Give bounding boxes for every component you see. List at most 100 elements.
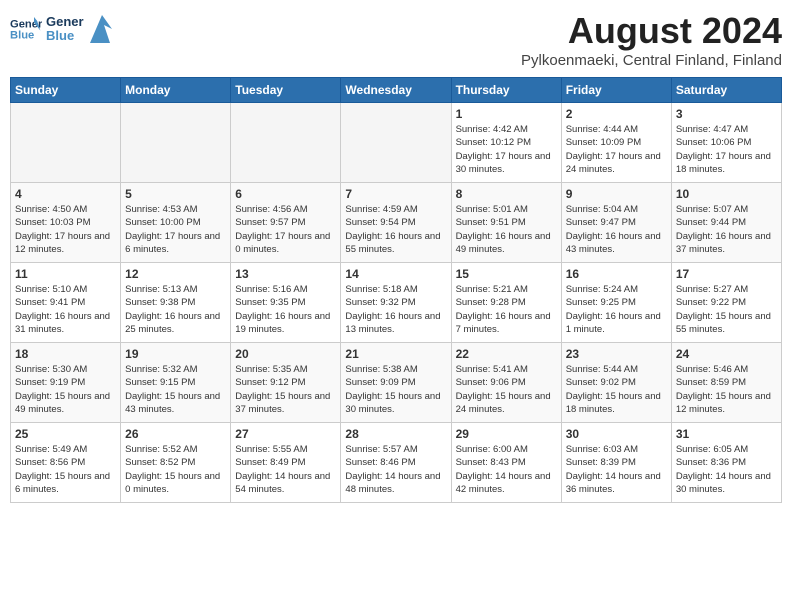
day-info: Sunrise: 5:46 AM Sunset: 8:59 PM Dayligh… bbox=[676, 363, 777, 416]
day-info: Sunrise: 5:13 AM Sunset: 9:38 PM Dayligh… bbox=[125, 283, 226, 336]
calendar-cell: 14 Sunrise: 5:18 AM Sunset: 9:32 PM Dayli… bbox=[341, 263, 451, 343]
weekday-header-wednesday: Wednesday bbox=[341, 78, 451, 103]
calendar-cell: 26Sunrise: 5:52 AM Sunset: 8:52 PM Dayli… bbox=[121, 423, 231, 503]
weekday-header-tuesday: Tuesday bbox=[231, 78, 341, 103]
day-number: 25 bbox=[15, 427, 116, 441]
day-number: 8 bbox=[456, 187, 557, 201]
day-number: 9 bbox=[566, 187, 667, 201]
calendar-cell: 30 Sunrise: 6:03 AM Sunset: 8:39 PM Dayli… bbox=[561, 423, 671, 503]
logo-arrow-icon bbox=[90, 15, 112, 43]
day-info: Sunrise: 4:47 AM Sunset: 10:06 PM Daylig… bbox=[676, 123, 777, 176]
calendar-cell: 7Sunrise: 4:59 AM Sunset: 9:54 PM Daylig… bbox=[341, 183, 451, 263]
logo-icon: General Blue bbox=[10, 13, 42, 45]
calendar-cell: 31 Sunrise: 6:05 AM Sunset: 8:36 PM Dayli… bbox=[671, 423, 781, 503]
day-number: 13 bbox=[235, 267, 336, 281]
calendar-cell: 18 Sunrise: 5:30 AM Sunset: 9:19 PM Dayli… bbox=[11, 343, 121, 423]
calendar-cell: 6Sunrise: 4:56 AM Sunset: 9:57 PM Daylig… bbox=[231, 183, 341, 263]
day-number: 16 bbox=[566, 267, 667, 281]
day-number: 28 bbox=[345, 427, 446, 441]
day-info: Sunrise: 4:53 AM Sunset: 10:00 PM Daylig… bbox=[125, 203, 226, 256]
week-row-4: 18 Sunrise: 5:30 AM Sunset: 9:19 PM Dayli… bbox=[11, 343, 782, 423]
day-info: Sunrise: 5:18 AM Sunset: 9:32 PM Dayligh… bbox=[345, 283, 446, 336]
calendar-cell: 28 Sunrise: 5:57 AM Sunset: 8:46 PM Dayli… bbox=[341, 423, 451, 503]
calendar-cell bbox=[231, 103, 341, 183]
calendar-table: SundayMondayTuesdayWednesdayThursdayFrid… bbox=[10, 77, 782, 503]
day-info: Sunrise: 5:44 AM Sunset: 9:02 PM Dayligh… bbox=[566, 363, 667, 416]
day-number: 30 bbox=[566, 427, 667, 441]
day-info: Sunrise: 5:27 AM Sunset: 9:22 PM Dayligh… bbox=[676, 283, 777, 336]
calendar-cell: 21 Sunrise: 5:38 AM Sunset: 9:09 PM Dayli… bbox=[341, 343, 451, 423]
day-info: Sunrise: 5:24 AM Sunset: 9:25 PM Dayligh… bbox=[566, 283, 667, 336]
day-info: Sunrise: 4:59 AM Sunset: 9:54 PM Dayligh… bbox=[345, 203, 446, 256]
day-number: 2 bbox=[566, 107, 667, 121]
day-number: 31 bbox=[676, 427, 777, 441]
calendar-cell bbox=[341, 103, 451, 183]
day-info: Sunrise: 4:42 AM Sunset: 10:12 PM Daylig… bbox=[456, 123, 557, 176]
week-row-3: 11 Sunrise: 5:10 AM Sunset: 9:41 PM Dayli… bbox=[11, 263, 782, 343]
day-number: 22 bbox=[456, 347, 557, 361]
page-header: General Blue General Blue August 2024 Py… bbox=[10, 10, 782, 69]
calendar-cell: 24Sunrise: 5:46 AM Sunset: 8:59 PM Dayli… bbox=[671, 343, 781, 423]
calendar-cell: 9 Sunrise: 5:04 AM Sunset: 9:47 PM Daylig… bbox=[561, 183, 671, 263]
day-number: 19 bbox=[125, 347, 226, 361]
title-block: August 2024 Pylkoenmaeki, Central Finlan… bbox=[521, 10, 782, 69]
weekday-header-thursday: Thursday bbox=[451, 78, 561, 103]
calendar-cell: 13 Sunrise: 5:16 AM Sunset: 9:35 PM Dayli… bbox=[231, 263, 341, 343]
day-number: 5 bbox=[125, 187, 226, 201]
calendar-cell: 16 Sunrise: 5:24 AM Sunset: 9:25 PM Dayli… bbox=[561, 263, 671, 343]
week-row-1: 1 Sunrise: 4:42 AM Sunset: 10:12 PM Dayli… bbox=[11, 103, 782, 183]
day-info: Sunrise: 5:38 AM Sunset: 9:09 PM Dayligh… bbox=[345, 363, 446, 416]
calendar-cell: 19Sunrise: 5:32 AM Sunset: 9:15 PM Dayli… bbox=[121, 343, 231, 423]
day-number: 12 bbox=[125, 267, 226, 281]
calendar-cell: 22 Sunrise: 5:41 AM Sunset: 9:06 PM Dayli… bbox=[451, 343, 561, 423]
day-info: Sunrise: 5:57 AM Sunset: 8:46 PM Dayligh… bbox=[345, 443, 446, 496]
day-info: Sunrise: 5:10 AM Sunset: 9:41 PM Dayligh… bbox=[15, 283, 116, 336]
day-number: 11 bbox=[15, 267, 116, 281]
svg-text:Blue: Blue bbox=[46, 28, 74, 43]
svg-text:General: General bbox=[46, 14, 84, 29]
logo: General Blue General Blue bbox=[10, 10, 112, 48]
day-number: 26 bbox=[125, 427, 226, 441]
weekday-header-saturday: Saturday bbox=[671, 78, 781, 103]
day-info: Sunrise: 5:35 AM Sunset: 9:12 PM Dayligh… bbox=[235, 363, 336, 416]
calendar-cell: 10 Sunrise: 5:07 AM Sunset: 9:44 PM Dayli… bbox=[671, 183, 781, 263]
day-info: Sunrise: 5:30 AM Sunset: 9:19 PM Dayligh… bbox=[15, 363, 116, 416]
day-number: 10 bbox=[676, 187, 777, 201]
calendar-cell: 20 Sunrise: 5:35 AM Sunset: 9:12 PM Dayli… bbox=[231, 343, 341, 423]
day-info: Sunrise: 5:07 AM Sunset: 9:44 PM Dayligh… bbox=[676, 203, 777, 256]
day-info: Sunrise: 4:44 AM Sunset: 10:09 PM Daylig… bbox=[566, 123, 667, 176]
day-number: 18 bbox=[15, 347, 116, 361]
calendar-cell: 15Sunrise: 5:21 AM Sunset: 9:28 PM Dayli… bbox=[451, 263, 561, 343]
day-info: Sunrise: 5:01 AM Sunset: 9:51 PM Dayligh… bbox=[456, 203, 557, 256]
calendar-cell: 27 Sunrise: 5:55 AM Sunset: 8:49 PM Dayli… bbox=[231, 423, 341, 503]
svg-text:Blue: Blue bbox=[10, 30, 34, 42]
day-info: Sunrise: 6:05 AM Sunset: 8:36 PM Dayligh… bbox=[676, 443, 777, 496]
day-number: 20 bbox=[235, 347, 336, 361]
day-number: 1 bbox=[456, 107, 557, 121]
calendar-cell bbox=[121, 103, 231, 183]
day-number: 27 bbox=[235, 427, 336, 441]
day-number: 15 bbox=[456, 267, 557, 281]
calendar-cell: 3Sunrise: 4:47 AM Sunset: 10:06 PM Dayli… bbox=[671, 103, 781, 183]
day-info: Sunrise: 5:16 AM Sunset: 9:35 PM Dayligh… bbox=[235, 283, 336, 336]
day-number: 21 bbox=[345, 347, 446, 361]
location: Pylkoenmaeki, Central Finland, Finland bbox=[521, 52, 782, 69]
calendar-cell bbox=[11, 103, 121, 183]
day-info: Sunrise: 6:03 AM Sunset: 8:39 PM Dayligh… bbox=[566, 443, 667, 496]
day-number: 14 bbox=[345, 267, 446, 281]
day-number: 23 bbox=[566, 347, 667, 361]
weekday-header-friday: Friday bbox=[561, 78, 671, 103]
day-number: 4 bbox=[15, 187, 116, 201]
day-info: Sunrise: 5:04 AM Sunset: 9:47 PM Dayligh… bbox=[566, 203, 667, 256]
logo-bird-icon: General Blue bbox=[46, 10, 84, 48]
day-info: Sunrise: 5:41 AM Sunset: 9:06 PM Dayligh… bbox=[456, 363, 557, 416]
weekday-header-sunday: Sunday bbox=[11, 78, 121, 103]
calendar-cell: 17Sunrise: 5:27 AM Sunset: 9:22 PM Dayli… bbox=[671, 263, 781, 343]
calendar-cell: 5 Sunrise: 4:53 AM Sunset: 10:00 PM Dayli… bbox=[121, 183, 231, 263]
calendar-cell: 23 Sunrise: 5:44 AM Sunset: 9:02 PM Dayli… bbox=[561, 343, 671, 423]
day-info: Sunrise: 5:55 AM Sunset: 8:49 PM Dayligh… bbox=[235, 443, 336, 496]
day-info: Sunrise: 4:56 AM Sunset: 9:57 PM Dayligh… bbox=[235, 203, 336, 256]
day-info: Sunrise: 4:50 AM Sunset: 10:03 PM Daylig… bbox=[15, 203, 116, 256]
calendar-cell: 8 Sunrise: 5:01 AM Sunset: 9:51 PM Daylig… bbox=[451, 183, 561, 263]
day-info: Sunrise: 6:00 AM Sunset: 8:43 PM Dayligh… bbox=[456, 443, 557, 496]
